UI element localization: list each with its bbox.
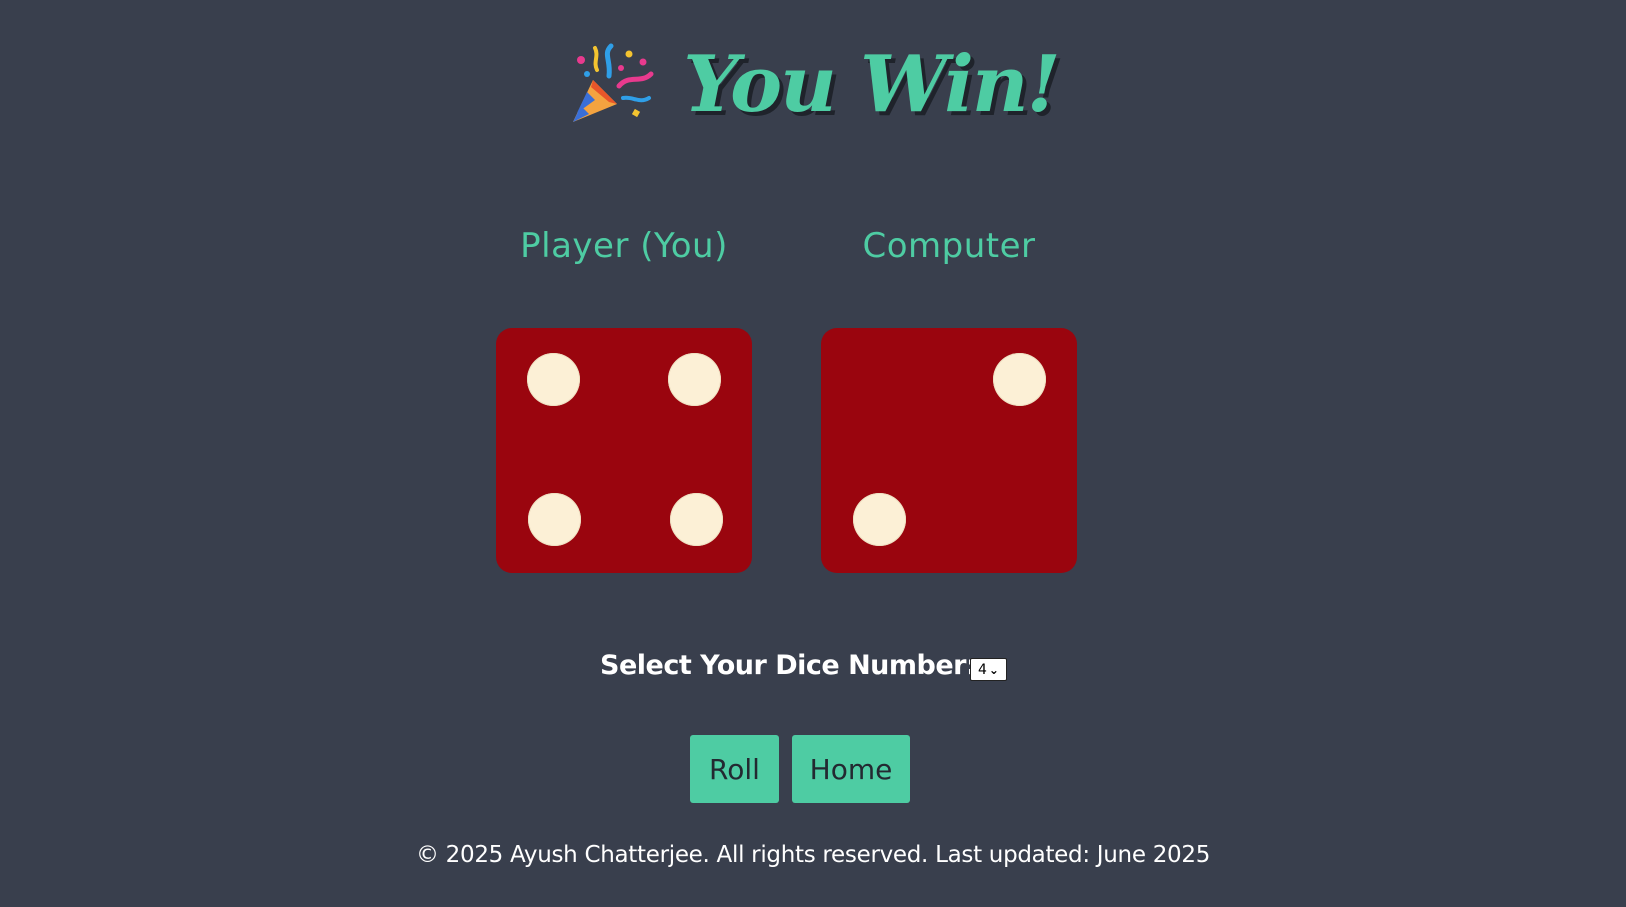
roll-button[interactable]: Roll [690,735,779,803]
die-pip [993,353,1046,406]
die-pip [668,353,721,406]
game-page: You Win! Player (You) Computer Select Yo… [0,0,1626,907]
die-pip [670,493,723,546]
chevron-down-icon: ⌄ [988,662,999,677]
result-header: You Win! [0,40,1626,130]
home-button[interactable]: Home [792,735,910,803]
die-pip [853,493,906,546]
die-pip [528,493,581,546]
result-title: You Win! [683,39,1061,130]
footer-text: © 2025 Ayush Chatterjee. All rights rese… [415,842,1211,868]
player-die [496,328,752,573]
party-popper-icon [573,43,654,122]
die-pip [527,353,580,406]
player-label: Player (You) [520,226,728,266]
selected-number: 4 [978,661,987,678]
computer-label: Computer [862,226,1036,266]
computer-die [821,328,1077,573]
select-label: Select Your Dice Number: [600,650,977,681]
dice-number-select[interactable]: 4 ⌄ [970,658,1007,681]
